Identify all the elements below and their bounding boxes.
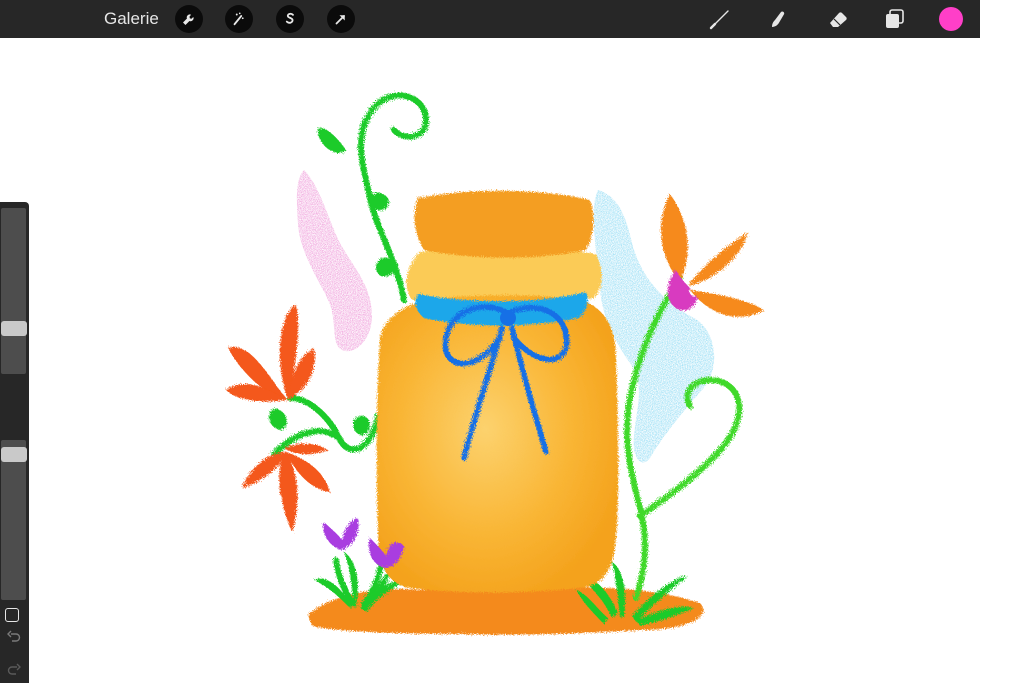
eraser-icon[interactable] [825,6,851,32]
smudge-icon[interactable] [765,6,791,32]
drawing-canvas[interactable] [0,38,1024,683]
brush-icon[interactable] [707,6,733,32]
gallery-button[interactable]: Galerie [104,9,159,29]
actions-wrench-icon[interactable] [175,5,203,33]
adjustments-wand-icon[interactable] [225,5,253,33]
transform-arrow-icon[interactable] [327,5,355,33]
color-picker-swatch[interactable] [939,7,963,31]
selection-s-icon[interactable] [276,5,304,33]
artwork-jar-with-flowers [226,92,764,635]
top-toolbar: Galerie [0,0,980,38]
layers-icon[interactable] [882,6,908,32]
